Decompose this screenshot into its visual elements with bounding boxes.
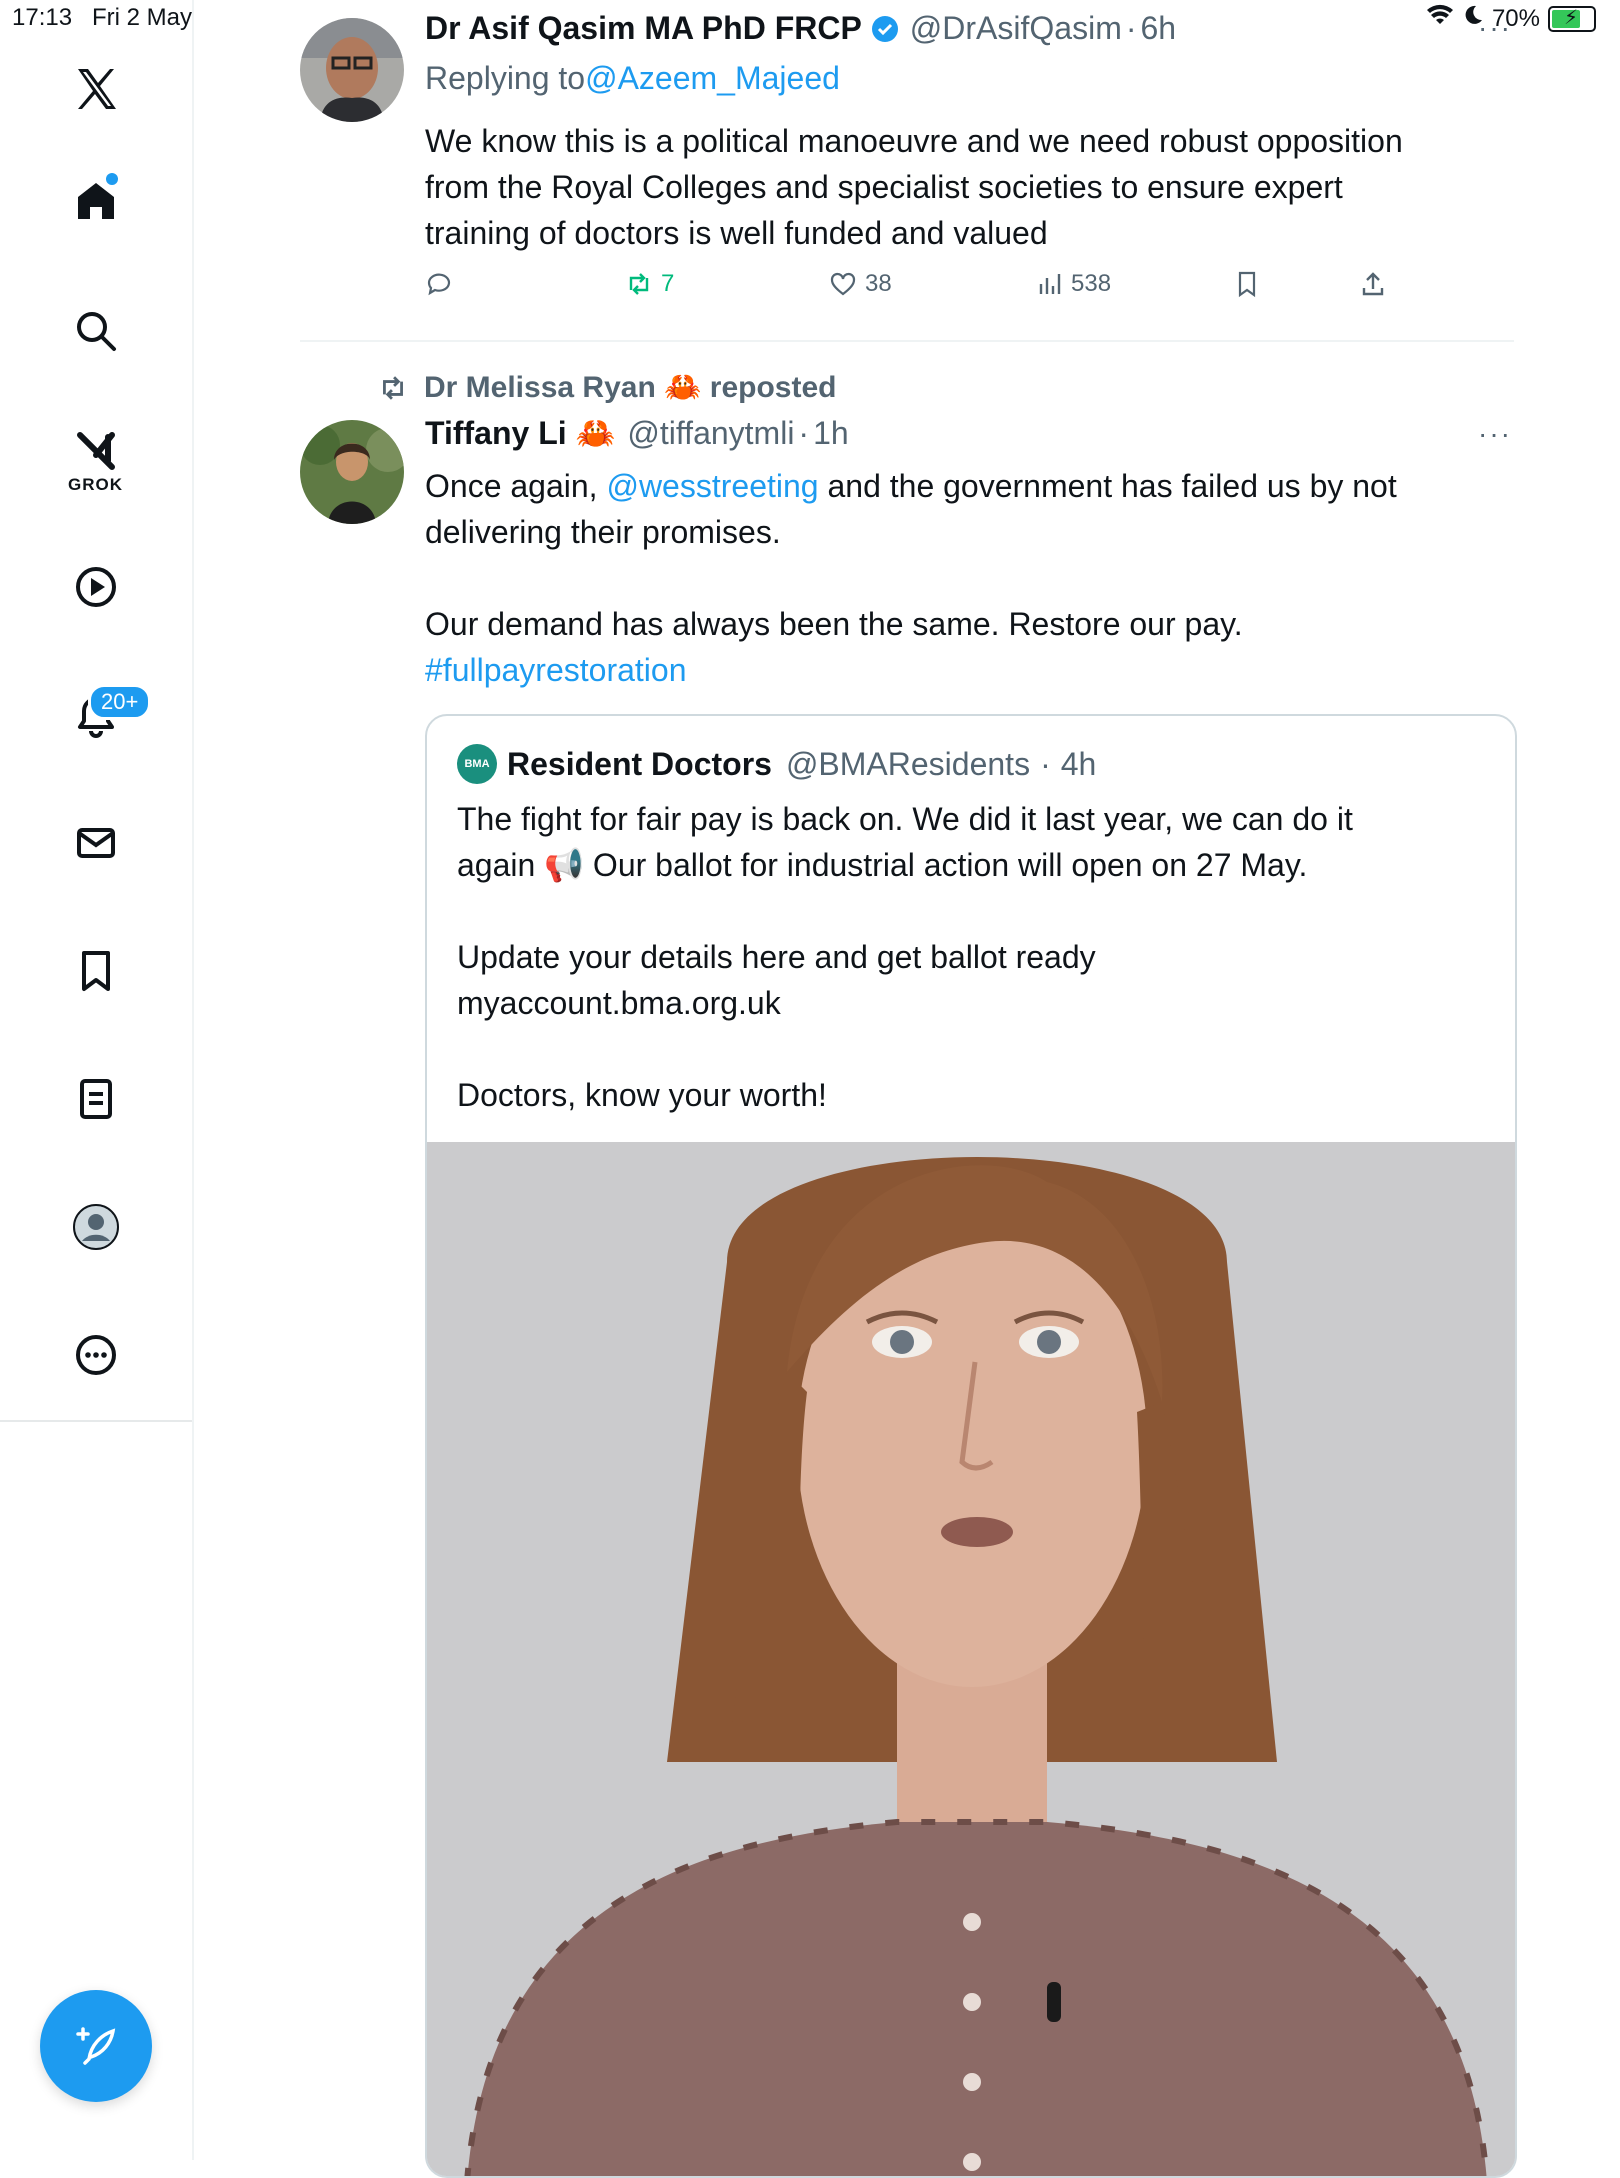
more-icon[interactable] bbox=[65, 1324, 127, 1386]
profile-icon[interactable] bbox=[65, 1196, 127, 1258]
replying-prefix: Replying to bbox=[425, 60, 586, 96]
tweet1-author-name[interactable]: Dr Asif Qasim MA PhD FRCP bbox=[425, 10, 862, 47]
tweet1-text-line: training of doctors is well funded and v… bbox=[425, 215, 1048, 251]
sidebar-divider bbox=[0, 1420, 192, 1422]
grok-icon[interactable] bbox=[65, 420, 127, 482]
tweet2-more-icon[interactable]: ··· bbox=[1478, 418, 1512, 450]
tweet1-text-line: We know this is a political manoeuvre an… bbox=[425, 123, 1403, 159]
quote-text: The fight for fair pay is back on. We di… bbox=[457, 796, 1477, 1118]
bookmark-icon[interactable] bbox=[65, 940, 127, 1002]
tweet1-more-icon[interactable]: ··· bbox=[1478, 12, 1512, 44]
repost-icon bbox=[376, 373, 410, 403]
like-count: 38 bbox=[865, 270, 892, 297]
retweet-button[interactable]: 7 bbox=[625, 270, 674, 298]
grok-label: GROK bbox=[68, 475, 123, 494]
notifications-badge: 20+ bbox=[88, 684, 152, 720]
tweet1-actions: 7 38 538 bbox=[425, 270, 1425, 306]
tweet1-text: We know this is a political manoeuvre an… bbox=[425, 118, 1515, 256]
mention-link[interactable]: @wesstreeting bbox=[606, 468, 818, 504]
bookmark-button[interactable] bbox=[1233, 270, 1261, 298]
x-logo-icon[interactable] bbox=[65, 58, 127, 120]
mail-icon[interactable] bbox=[65, 812, 127, 874]
quoted-tweet[interactable]: BMA Resident Doctors @BMAResidents · 4h … bbox=[425, 714, 1517, 2178]
replying-to: Replying to @Azeem_Majeed bbox=[425, 60, 840, 97]
quote-time[interactable]: 4h bbox=[1061, 746, 1097, 783]
quote-line: The fight for fair pay is back on. We di… bbox=[457, 801, 1353, 837]
tweet2-text-line2: delivering their promises. bbox=[425, 514, 781, 550]
share-button[interactable] bbox=[1359, 270, 1387, 298]
tweet2-time[interactable]: 1h bbox=[813, 415, 849, 452]
bookmark-icon bbox=[1238, 271, 1256, 298]
tweet2-text: Once again, @wesstreeting and the govern… bbox=[425, 463, 1515, 693]
quote-link[interactable]: myaccount.bma.org.uk bbox=[457, 980, 1477, 1026]
reply-icon bbox=[427, 273, 451, 296]
tweet2-text-a: Once again, bbox=[425, 468, 607, 504]
hashtag-link[interactable]: #fullpayrestoration bbox=[425, 647, 1515, 693]
quote-author-name[interactable]: Resident Doctors bbox=[507, 746, 772, 783]
tweet-separator bbox=[300, 340, 1514, 342]
compose-icon bbox=[76, 2027, 116, 2065]
quote-line: again 📢 Our ballot for industrial action… bbox=[457, 847, 1308, 883]
tweet2-handle[interactable]: @tiffanytmli bbox=[627, 415, 794, 452]
tweet2-text-line3: Our demand has always been the same. Res… bbox=[425, 606, 1243, 642]
quote-handle[interactable]: @BMAResidents bbox=[786, 746, 1030, 783]
bma-logo-icon: BMA bbox=[457, 744, 497, 784]
avatar-tiffany-li[interactable] bbox=[300, 420, 404, 524]
views-icon bbox=[1039, 274, 1061, 294]
reply-button[interactable] bbox=[425, 270, 453, 298]
tweet2-header: Tiffany Li 🦀 @tiffanytmli · 1h bbox=[425, 414, 849, 452]
compose-button[interactable] bbox=[40, 1990, 152, 2102]
reposted-by[interactable]: Dr Melissa Ryan 🦀 reposted bbox=[424, 370, 837, 405]
views-count: 538 bbox=[1071, 270, 1112, 297]
play-icon[interactable] bbox=[65, 556, 127, 618]
tweet1-text-line: from the Royal Colleges and specialist s… bbox=[425, 169, 1343, 205]
search-icon[interactable] bbox=[65, 300, 127, 362]
replying-to-link[interactable]: @Azeem_Majeed bbox=[585, 60, 840, 97]
repost-context: Dr Melissa Ryan 🦀 reposted bbox=[376, 370, 837, 405]
quote-header: BMA Resident Doctors @BMAResidents · 4h bbox=[457, 744, 1096, 784]
verified-badge-icon bbox=[870, 14, 900, 44]
retweet-count: 7 bbox=[661, 270, 675, 297]
tweet2-author-name[interactable]: Tiffany Li 🦀 bbox=[425, 414, 615, 452]
avatar-asif-qasim[interactable] bbox=[300, 18, 404, 122]
quote-video-thumbnail[interactable] bbox=[427, 1142, 1515, 2176]
tweet1-header: Dr Asif Qasim MA PhD FRCP @DrAsifQasim ·… bbox=[425, 10, 1177, 47]
heart-icon bbox=[830, 272, 856, 296]
retweet-icon bbox=[629, 273, 649, 295]
tweet1-handle[interactable]: @DrAsifQasim bbox=[910, 10, 1122, 47]
share-icon bbox=[1362, 272, 1384, 296]
views-button[interactable]: 538 bbox=[1035, 270, 1111, 298]
quote-line: Doctors, know your worth! bbox=[457, 1077, 827, 1113]
wifi-icon bbox=[1426, 4, 1454, 33]
tweet2-text-b: and the government has failed us by not bbox=[818, 468, 1397, 504]
home-unread-dot bbox=[106, 173, 118, 185]
like-button[interactable]: 38 bbox=[829, 270, 892, 298]
sidebar: GROK 20+ bbox=[0, 0, 194, 2160]
list-icon[interactable] bbox=[65, 1068, 127, 1130]
quote-line: Update your details here and get ballot … bbox=[457, 939, 1096, 975]
tweet1-time[interactable]: 6h bbox=[1141, 10, 1177, 47]
battery-icon: ⚡ bbox=[1548, 5, 1596, 32]
